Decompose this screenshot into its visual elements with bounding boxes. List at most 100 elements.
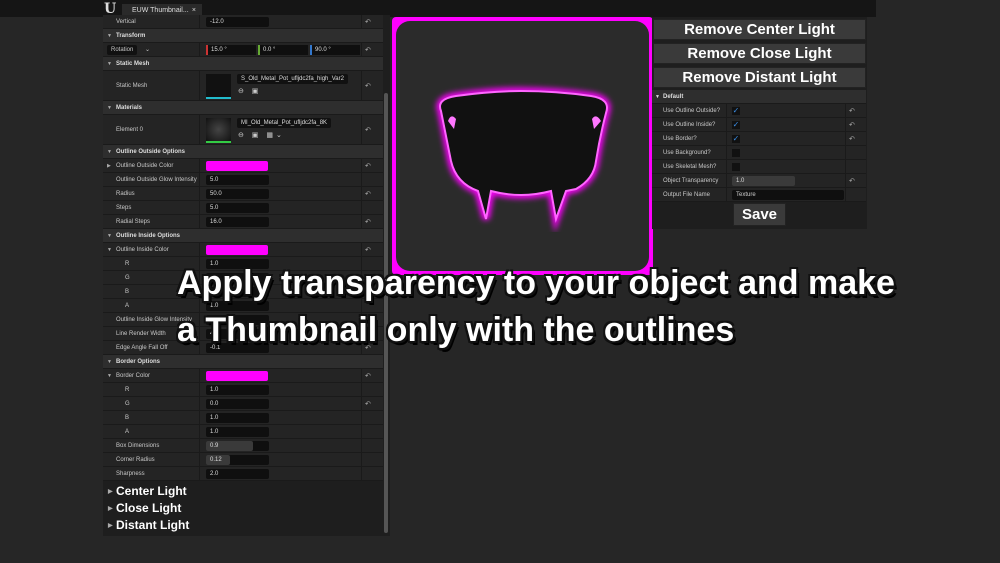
reset-to-default-icon[interactable]: ↶ [365, 126, 371, 134]
pot-outline-image [436, 87, 611, 233]
material-thumbnail[interactable] [206, 118, 231, 143]
reset-to-default-icon[interactable]: ↶ [365, 46, 371, 54]
asset-action-icons[interactable]: ⊖ ▣ [238, 87, 261, 95]
remove-close-light-button[interactable]: Remove Close Light [653, 43, 866, 64]
property-label: Edge Angle Fall Off [116, 345, 168, 351]
property-label: Static Mesh [116, 61, 150, 67]
reset-to-default-icon[interactable]: ↶ [365, 190, 371, 198]
property-label: Use Background? [663, 150, 711, 156]
box-dimensions-slider[interactable]: 0.9 [206, 441, 269, 451]
corner-radius-row: Corner Radius 0.12 [103, 453, 383, 467]
collapse-arrow-icon[interactable]: ▼ [107, 373, 112, 379]
g-input[interactable]: 0.0 [206, 399, 269, 409]
property-label: Outline Outside Glow Intensity [116, 177, 197, 183]
property-label: Box Dimensions [116, 443, 160, 449]
label: Output File Name [663, 192, 711, 198]
divider [361, 173, 362, 186]
use-outline-outside-checkbox[interactable]: ✓ [732, 107, 740, 115]
reset-to-default-icon[interactable]: ↶ [365, 218, 371, 226]
collapse-arrow-icon[interactable]: ▼ [107, 61, 112, 67]
remove-distant-light-button[interactable]: Remove Distant Light [653, 67, 866, 88]
section-label: Center Light [116, 484, 187, 498]
distant-light-section[interactable]: ▶ Distant Light [103, 517, 383, 534]
a-row: A 1.0 [103, 425, 383, 439]
use-outline-inside-checkbox[interactable]: ✓ [732, 121, 740, 129]
pitch-input[interactable]: 0.0 ° [258, 45, 308, 55]
steps-row: Steps 5.0 [103, 201, 383, 215]
collapse-arrow-icon[interactable]: ▼ [107, 149, 112, 155]
collapse-arrow-icon[interactable]: ▼ [107, 359, 112, 365]
property-label: Corner Radius [116, 457, 155, 463]
reset-to-default-icon[interactable]: ↶ [849, 107, 855, 115]
reset-to-default-icon[interactable]: ↶ [365, 246, 371, 254]
output-file-name-input[interactable]: Texture [732, 190, 844, 200]
collapse-arrow-icon[interactable]: ▼ [107, 247, 112, 253]
use-border-checkbox[interactable]: ✓ [732, 135, 740, 143]
radial-steps-input[interactable]: 16.0 [206, 217, 269, 227]
default-section-header[interactable]: ▼ Default [652, 90, 866, 104]
divider [361, 115, 362, 144]
remove-center-light-button[interactable]: Remove Center Light [653, 19, 866, 40]
divider [199, 159, 200, 172]
asset-action-icons[interactable]: ⊖ ▣ ▦⌄ [238, 131, 285, 139]
divider [199, 215, 200, 228]
reset-to-default-icon[interactable]: ↶ [365, 18, 371, 26]
divider [199, 411, 200, 424]
caption-line-2: a Thumbnail only with the outlines [177, 311, 735, 349]
r-input[interactable]: 1.0 [206, 385, 269, 395]
reset-to-default-icon[interactable]: ↶ [849, 121, 855, 129]
chevron-down-icon[interactable]: ⌄ [145, 46, 150, 53]
roll-input[interactable]: 15.0 ° [206, 45, 256, 55]
outline-inside-color-swatch[interactable] [206, 245, 268, 255]
expand-arrow-icon[interactable]: ▶ [107, 163, 111, 169]
outline-outside-options-section-header[interactable]: ▼ Outline Outside Options [103, 145, 383, 159]
asset-dropdown[interactable]: S_Old_Metal_Pot_ufljdc2fa_high_Var2 [237, 74, 348, 84]
reset-to-default-icon[interactable]: ↶ [365, 82, 371, 90]
yaw-input[interactable]: 90.0 ° [310, 45, 360, 55]
b-input[interactable]: 1.0 [206, 413, 269, 423]
divider [361, 397, 362, 410]
property-label: Use Skeletal Mesh? [663, 164, 717, 170]
border-color-row: ▼ Border Color ↶ [103, 369, 383, 383]
reset-to-default-icon[interactable]: ↶ [365, 400, 371, 408]
property-label: Transform [116, 33, 146, 39]
mesh-thumbnail[interactable] [206, 74, 231, 99]
close-tab-icon[interactable]: × [192, 7, 196, 14]
divider [199, 369, 200, 382]
outline-outside-color-swatch[interactable] [206, 161, 268, 171]
collapse-arrow-icon[interactable]: ▼ [107, 105, 112, 111]
asset-dropdown[interactable]: MI_Old_Metal_Pot_ufljdc2fa_8K [237, 118, 332, 128]
use-skeletal-mesh-row: Use Skeletal Mesh? [652, 160, 866, 174]
border-options-section-header[interactable]: ▼ Border Options [103, 355, 383, 369]
corner-radius-slider[interactable]: 0.12 [206, 455, 269, 465]
outline-inside-options-section-header[interactable]: ▼ Outline Inside Options [103, 229, 383, 243]
steps-input[interactable]: 5.0 [206, 203, 269, 213]
collapse-arrow-icon[interactable]: ▼ [107, 233, 112, 239]
transform-section-header[interactable]: ▼ Transform [103, 29, 383, 43]
reset-icon[interactable]: ↶ [849, 177, 855, 185]
materials-section-header[interactable]: ▼ Materials [103, 101, 383, 115]
reset-to-default-icon[interactable]: ↶ [849, 135, 855, 143]
a-input[interactable]: 1.0 [206, 427, 269, 437]
property-label: Use Outline Inside? [663, 122, 716, 128]
reset-to-default-icon[interactable]: ↶ [365, 162, 371, 170]
center-light-section[interactable]: ▶ Center Light [103, 483, 383, 500]
slider-value: 0.9 [210, 443, 219, 449]
radius-input[interactable]: 50.0 [206, 189, 269, 199]
use-background-row: Use Background? [652, 146, 866, 160]
close-light-section[interactable]: ▶ Close Light [103, 500, 383, 517]
object-transparency-slider[interactable]: 1.0 [732, 176, 795, 186]
vertical-row: Vertical -12.0 ↶ [103, 15, 383, 29]
collapse-arrow-icon[interactable]: ▼ [107, 33, 112, 39]
use-background-checkbox[interactable] [732, 149, 740, 157]
save-button[interactable]: Save [733, 203, 786, 226]
sharpness-input[interactable]: 2.0 [206, 469, 269, 479]
reset-to-default-icon[interactable]: ↶ [365, 372, 371, 380]
r-row: R 1.0 [103, 383, 383, 397]
use-skeletal-mesh-checkbox[interactable] [732, 163, 740, 171]
outline-outside-glow-intensity-input[interactable]: 5.0 [206, 175, 269, 185]
vertical-input[interactable]: -12.0 [206, 17, 269, 27]
static-mesh-section-header[interactable]: ▼ Static Mesh [103, 57, 383, 71]
border-color-swatch[interactable] [206, 371, 268, 381]
property-label: G [125, 275, 130, 281]
